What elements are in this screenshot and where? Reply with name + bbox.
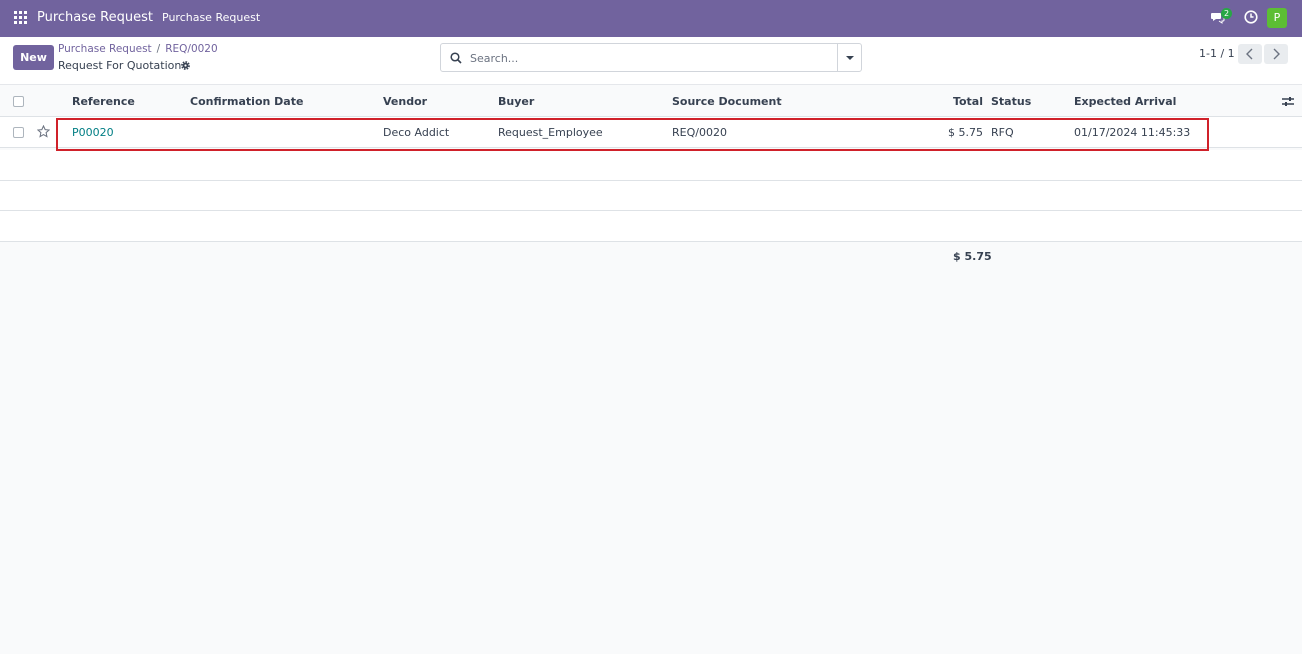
- breadcrumb-req[interactable]: REQ/0020: [165, 43, 217, 55]
- cell-total: $ 5.75: [948, 126, 983, 139]
- cell-reference-link[interactable]: P00020: [72, 126, 114, 139]
- new-button[interactable]: New: [13, 45, 54, 70]
- pager-value[interactable]: 1-1 / 1: [1199, 47, 1235, 60]
- cell-vendor: Deco Addict: [383, 126, 450, 139]
- caret-down-icon: [846, 56, 854, 60]
- column-reference[interactable]: Reference: [72, 95, 135, 108]
- chevron-left-icon: [1246, 48, 1253, 60]
- breadcrumb-purchase-request[interactable]: Purchase Request: [58, 43, 152, 55]
- search-icon: [450, 52, 462, 64]
- row-select-checkbox[interactable]: [13, 127, 24, 138]
- empty-row: [0, 181, 1302, 211]
- footer-total: $ 5.75: [953, 250, 992, 263]
- search-bar: [440, 43, 862, 72]
- column-source-document[interactable]: Source Document: [672, 95, 782, 108]
- column-vendor[interactable]: Vendor: [383, 95, 427, 108]
- column-status[interactable]: Status: [991, 95, 1031, 108]
- column-confirmation-date[interactable]: Confirmation Date: [190, 95, 303, 108]
- empty-row: [0, 150, 1302, 181]
- star-icon[interactable]: [37, 125, 50, 138]
- app-brand[interactable]: Purchase Request: [37, 10, 153, 25]
- search-options-toggle[interactable]: [837, 44, 861, 71]
- activity-clock-icon[interactable]: [1244, 10, 1258, 24]
- empty-row: [0, 211, 1302, 242]
- breadcrumb-separator: /: [156, 43, 161, 55]
- column-total[interactable]: Total: [953, 95, 983, 108]
- menu-item-purchase-request[interactable]: Purchase Request: [162, 11, 260, 24]
- optional-columns-icon[interactable]: [1282, 96, 1294, 107]
- breadcrumb: Purchase Request / REQ/0020: [58, 43, 218, 55]
- cell-expected-arrival: 01/17/2024 11:45:33: [1074, 126, 1191, 139]
- control-panel: New Purchase Request / REQ/0020 Request Fo…: [0, 37, 1302, 85]
- table-row[interactable]: P00020 Deco Addict Request_Employee REQ/…: [0, 117, 1302, 148]
- top-navbar: Purchase Request Purchase Request 2 P: [0, 0, 1302, 37]
- select-all-checkbox[interactable]: [13, 96, 24, 107]
- message-count-badge: 2: [1221, 8, 1233, 19]
- pager-next-button[interactable]: [1264, 44, 1288, 64]
- cell-source-document: REQ/0020: [672, 126, 727, 139]
- user-avatar[interactable]: P: [1267, 8, 1287, 28]
- table-header: Reference Confirmation Date Vendor Buyer…: [0, 86, 1302, 117]
- search-input[interactable]: [470, 48, 830, 68]
- gear-icon[interactable]: [180, 60, 191, 71]
- column-buyer[interactable]: Buyer: [498, 95, 534, 108]
- cell-status: RFQ: [991, 126, 1014, 139]
- page-title: Request For Quotation: [58, 59, 182, 72]
- apps-menu-icon[interactable]: [14, 11, 27, 24]
- pager-previous-button[interactable]: [1238, 44, 1262, 64]
- cell-buyer: Request_Employee: [498, 126, 603, 139]
- chevron-right-icon: [1273, 48, 1280, 60]
- column-expected-arrival[interactable]: Expected Arrival: [1074, 95, 1176, 108]
